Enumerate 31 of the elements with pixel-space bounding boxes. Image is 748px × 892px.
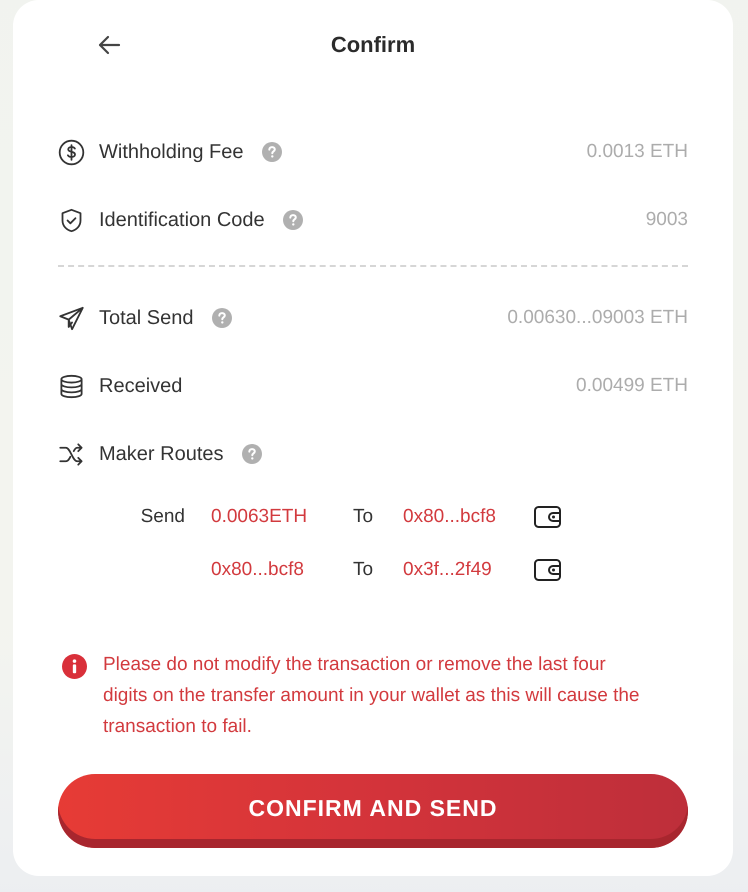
- route-connector: To: [353, 559, 374, 581]
- coin-stack-icon: [58, 372, 85, 400]
- row-value: 0.00630...09003 ETH: [507, 307, 688, 329]
- wallet-icon[interactable]: [534, 559, 561, 581]
- row-label: Maker Routes: [99, 442, 224, 466]
- row-label: Identification Code: [99, 208, 265, 232]
- row-label: Received: [99, 374, 182, 398]
- help-icon[interactable]: [282, 210, 303, 230]
- row-value: 0.00499 ETH: [576, 375, 688, 397]
- route-source: 0x80...bcf8: [211, 559, 305, 581]
- help-icon[interactable]: [262, 142, 282, 162]
- warning-message: Please do not modify the transaction or remove the last four digits on the transfer amount in your wallet as this will cause the transaction to fail.: [103, 653, 640, 739]
- help-icon[interactable]: [242, 444, 262, 464]
- route-address: 0x3f...2f49: [403, 559, 493, 581]
- row-label: Withholding Fee: [99, 140, 244, 164]
- route-connector: To: [353, 506, 374, 528]
- confirm-button[interactable]: CONFIRM AND SEND: [58, 774, 688, 848]
- dollar-icon: [58, 138, 85, 166]
- info-icon: [62, 654, 87, 679]
- route-label: Send: [140, 506, 186, 528]
- help-icon[interactable]: [212, 308, 232, 328]
- wallet-icon[interactable]: [534, 506, 561, 528]
- row-value: 0.0013 ETH: [586, 141, 688, 163]
- row-label: Total Send: [99, 306, 194, 330]
- page-title: Confirm: [330, 32, 416, 58]
- shuffle-icon: [58, 440, 85, 468]
- row-value: 9003: [646, 209, 688, 231]
- back-arrow-icon[interactable]: [97, 35, 121, 55]
- paper-plane-icon: [58, 304, 85, 332]
- route-address: 0x80...bcf8: [403, 506, 497, 528]
- route-source: 0.0063ETH: [211, 506, 308, 528]
